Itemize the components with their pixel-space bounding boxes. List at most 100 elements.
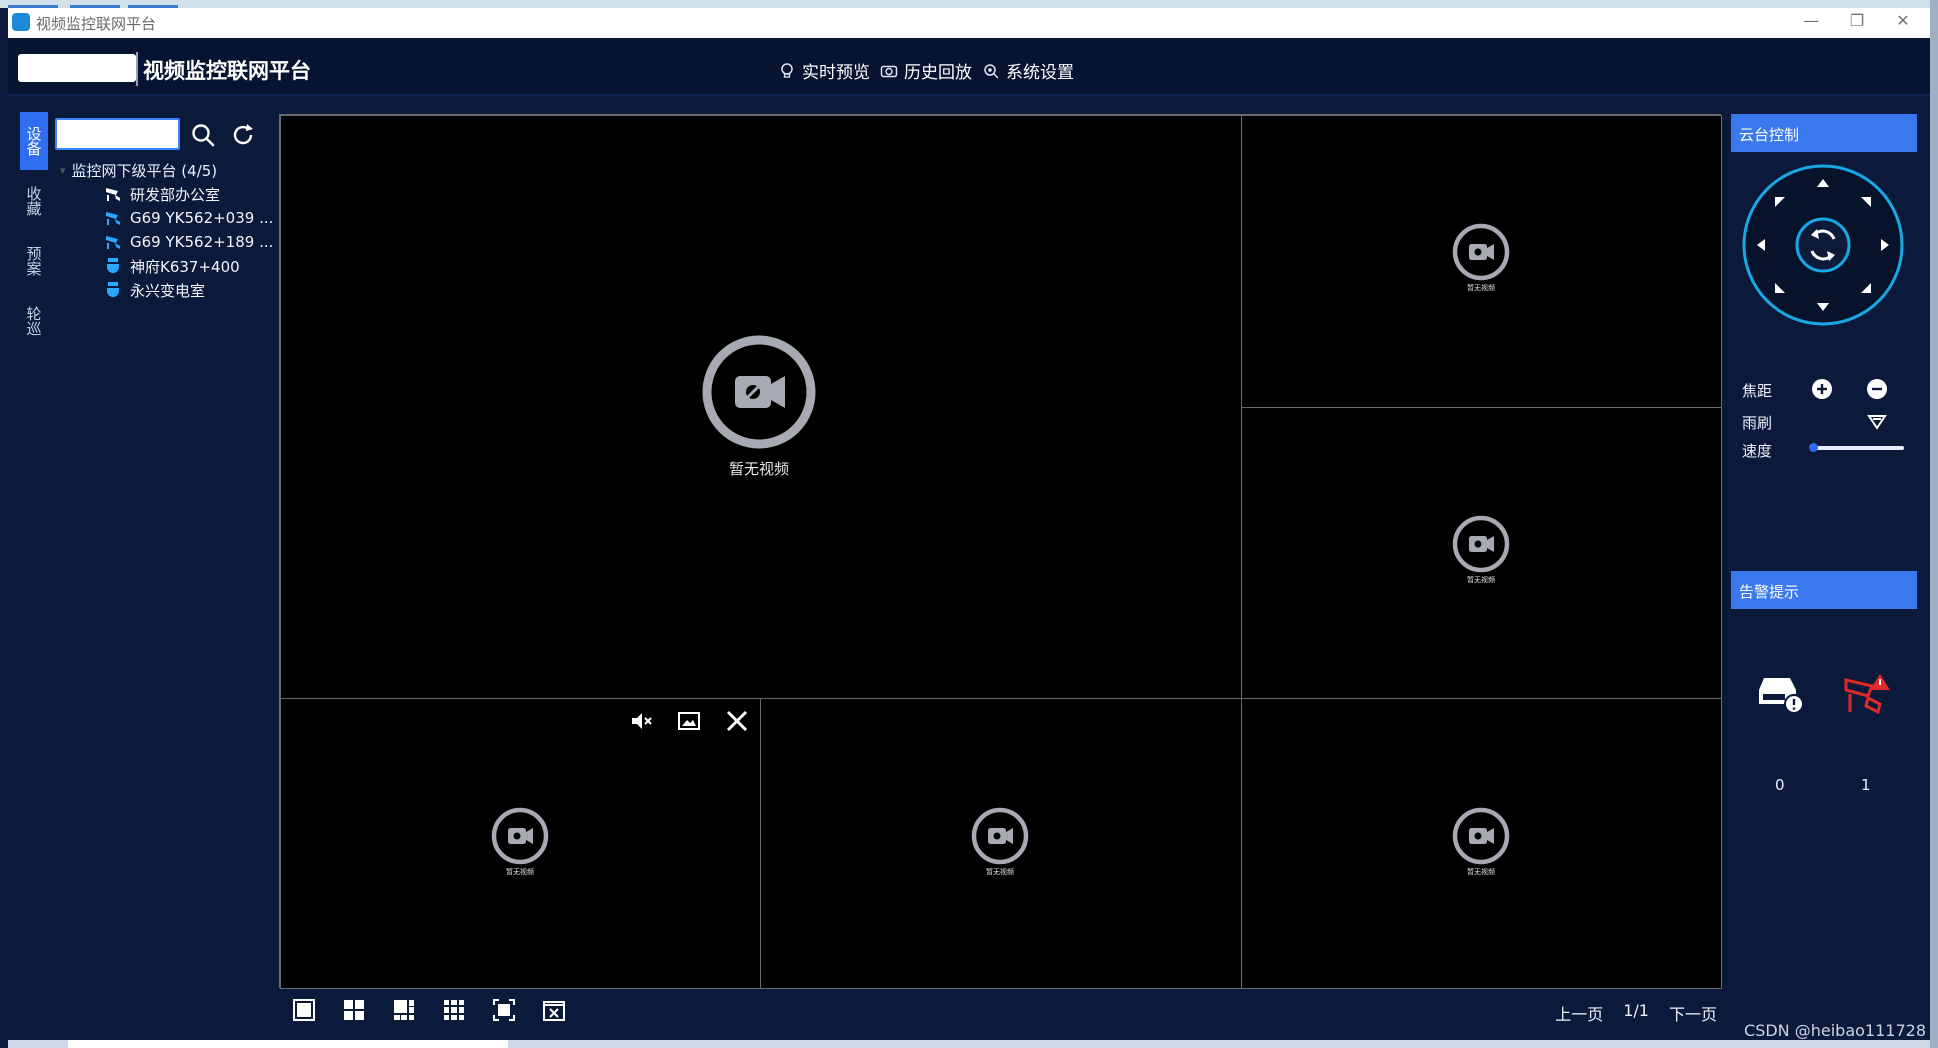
tree-node-label: 神府K637+400: [130, 257, 240, 276]
device-search-input[interactable]: [55, 118, 180, 150]
video-cell[interactable]: 暂无视频: [760, 698, 1242, 989]
settings-icon: [984, 63, 999, 79]
no-video-text: 暂无视频: [1467, 868, 1495, 876]
minimize-button[interactable]: —: [1788, 11, 1834, 35]
video-camera-icon: [1452, 223, 1510, 281]
tree-node-label: G69 YK562+039 ...: [130, 209, 274, 227]
fullscreen-icon[interactable]: [491, 997, 517, 1023]
video-camera-icon: [1452, 515, 1510, 573]
tab-plans[interactable]: 预案: [20, 232, 48, 290]
page-indicator: 1/1: [1623, 1001, 1649, 1020]
alarm-panel-title: 告警提示: [1731, 571, 1917, 609]
wiper-icon[interactable]: [1866, 410, 1888, 432]
tree-node[interactable]: G69 YK562+039 ...: [60, 206, 273, 230]
camera-alarm-count: 1: [1861, 776, 1871, 794]
camera-icon: [880, 65, 898, 77]
camera-alarm-icon[interactable]: [1842, 672, 1892, 716]
device-tree: ▾ 监控网下级平台 (4/5) 研发部办公室 G69 YK562+039 ...…: [60, 158, 273, 302]
no-video-text: 暂无视频: [728, 460, 789, 478]
video-grid: 暂无视频 暂无视频 暂无视频 暂无视频 暂无视频 暂无视频: [279, 114, 1722, 989]
window-right-edge: [1930, 0, 1938, 1048]
gun-camera-icon: [106, 188, 120, 201]
window-titlebar: 视频监控联网平台 — ❐ ✕: [8, 8, 1930, 38]
video-cell[interactable]: 暂无视频: [1241, 698, 1722, 989]
speed-slider[interactable]: [1809, 443, 1904, 452]
no-video-text: 暂无视频: [506, 868, 534, 876]
video-toolbar: 上一页 1/1 下一页: [279, 995, 1721, 1031]
no-video-text: 暂无视频: [1467, 576, 1495, 584]
speed-slider-thumb[interactable]: [1809, 443, 1818, 452]
no-video-placeholder: 暂无视频: [971, 807, 1029, 877]
close-all-icon[interactable]: [541, 997, 567, 1023]
next-page-button[interactable]: 下一页: [1669, 1001, 1717, 1025]
snapshot-icon[interactable]: [677, 709, 701, 733]
no-video-text: 暂无视频: [1467, 284, 1495, 292]
tree-root[interactable]: ▾ 监控网下级平台 (4/5): [60, 158, 273, 182]
refresh-icon[interactable]: [230, 122, 256, 148]
search-icon[interactable]: [190, 122, 216, 148]
video-camera-icon: [702, 335, 816, 449]
focus-label: 焦距: [1742, 382, 1773, 400]
no-video-placeholder: 暂无视频: [1452, 807, 1510, 877]
tree-node[interactable]: 永兴变电室: [60, 278, 273, 302]
gun-camera-icon: [106, 212, 120, 225]
tree-node[interactable]: 研发部办公室: [60, 182, 273, 206]
speed-label: 速度: [1742, 442, 1773, 460]
close-icon[interactable]: [725, 709, 749, 733]
bottom-strip: [8, 1040, 1930, 1048]
top-accent-bar: [0, 0, 1938, 8]
tree-node-label: 永兴变电室: [130, 281, 206, 300]
no-video-text: 暂无视频: [986, 868, 1014, 876]
tree-root-label: 监控网下级平台 (4/5): [71, 161, 218, 180]
no-video-placeholder: 暂无视频: [701, 334, 817, 479]
close-window-button[interactable]: ✕: [1880, 11, 1926, 35]
layout-9-icon[interactable]: [441, 997, 467, 1023]
video-cell[interactable]: 暂无视频: [1241, 407, 1722, 700]
app-title: 视频监控联网平台: [143, 59, 311, 83]
tree-node[interactable]: 神府K637+400: [60, 254, 273, 278]
restore-button[interactable]: ❐: [1834, 11, 1880, 35]
video-cell[interactable]: 暂无视频: [1241, 115, 1722, 408]
nav-realtime-preview[interactable]: 实时预览: [778, 58, 870, 83]
no-video-placeholder: 暂无视频: [1452, 515, 1510, 585]
layout-1-icon[interactable]: [291, 997, 317, 1023]
no-video-placeholder: 暂无视频: [491, 807, 549, 877]
gun-camera-icon: [106, 236, 120, 249]
pager: 上一页 1/1 下一页: [1555, 1001, 1717, 1025]
app-header: 视频监控联网平台 实时预览 历史回放 系统设置: [8, 38, 1930, 96]
video-cell[interactable]: 暂无视频: [280, 115, 1242, 699]
tree-node[interactable]: G69 YK562+189 ...: [60, 230, 273, 254]
tab-devices[interactable]: 设备: [20, 112, 48, 170]
nav-label: 实时预览: [802, 63, 870, 83]
mute-icon[interactable]: [629, 709, 653, 733]
app-shield-icon: [12, 13, 30, 31]
layout-6-icon[interactable]: [391, 997, 417, 1023]
device-offline-icon[interactable]: [1756, 672, 1806, 716]
ptz-direction-wheel[interactable]: [1741, 163, 1905, 327]
tab-patrol[interactable]: 轮巡: [20, 292, 48, 350]
tab-favorites[interactable]: 收藏: [20, 172, 48, 230]
chevron-down-icon[interactable]: ▾: [60, 164, 66, 177]
video-camera-icon: [971, 807, 1029, 865]
wiper-label: 雨刷: [1742, 414, 1773, 432]
no-video-placeholder: 暂无视频: [1452, 223, 1510, 293]
sidebar-tabs: 设备 收藏 预案 轮巡: [20, 112, 50, 352]
tree-node-label: G69 YK562+189 ...: [130, 233, 274, 251]
offline-alarm-count: 0: [1775, 776, 1785, 794]
video-camera-icon: [491, 807, 549, 865]
video-cell-selected[interactable]: 暂无视频: [280, 698, 761, 989]
cell-controls: [629, 709, 749, 733]
nav-system-settings[interactable]: 系统设置: [982, 58, 1074, 83]
bulb-icon: [781, 62, 793, 78]
logo: [18, 54, 136, 82]
zoom-in-icon[interactable]: [1811, 378, 1833, 400]
zoom-out-icon[interactable]: [1866, 378, 1888, 400]
nav-history-playback[interactable]: 历史回放: [880, 58, 972, 83]
layout-4-icon[interactable]: [341, 997, 367, 1023]
prev-page-button[interactable]: 上一页: [1555, 1001, 1603, 1025]
dome-camera-icon: [107, 282, 119, 297]
nav-label: 系统设置: [1006, 63, 1074, 83]
logo-divider: [136, 52, 138, 86]
main-nav: 实时预览 历史回放 系统设置: [778, 58, 1074, 83]
watermark: CSDN @heibao111728: [1744, 1021, 1926, 1040]
